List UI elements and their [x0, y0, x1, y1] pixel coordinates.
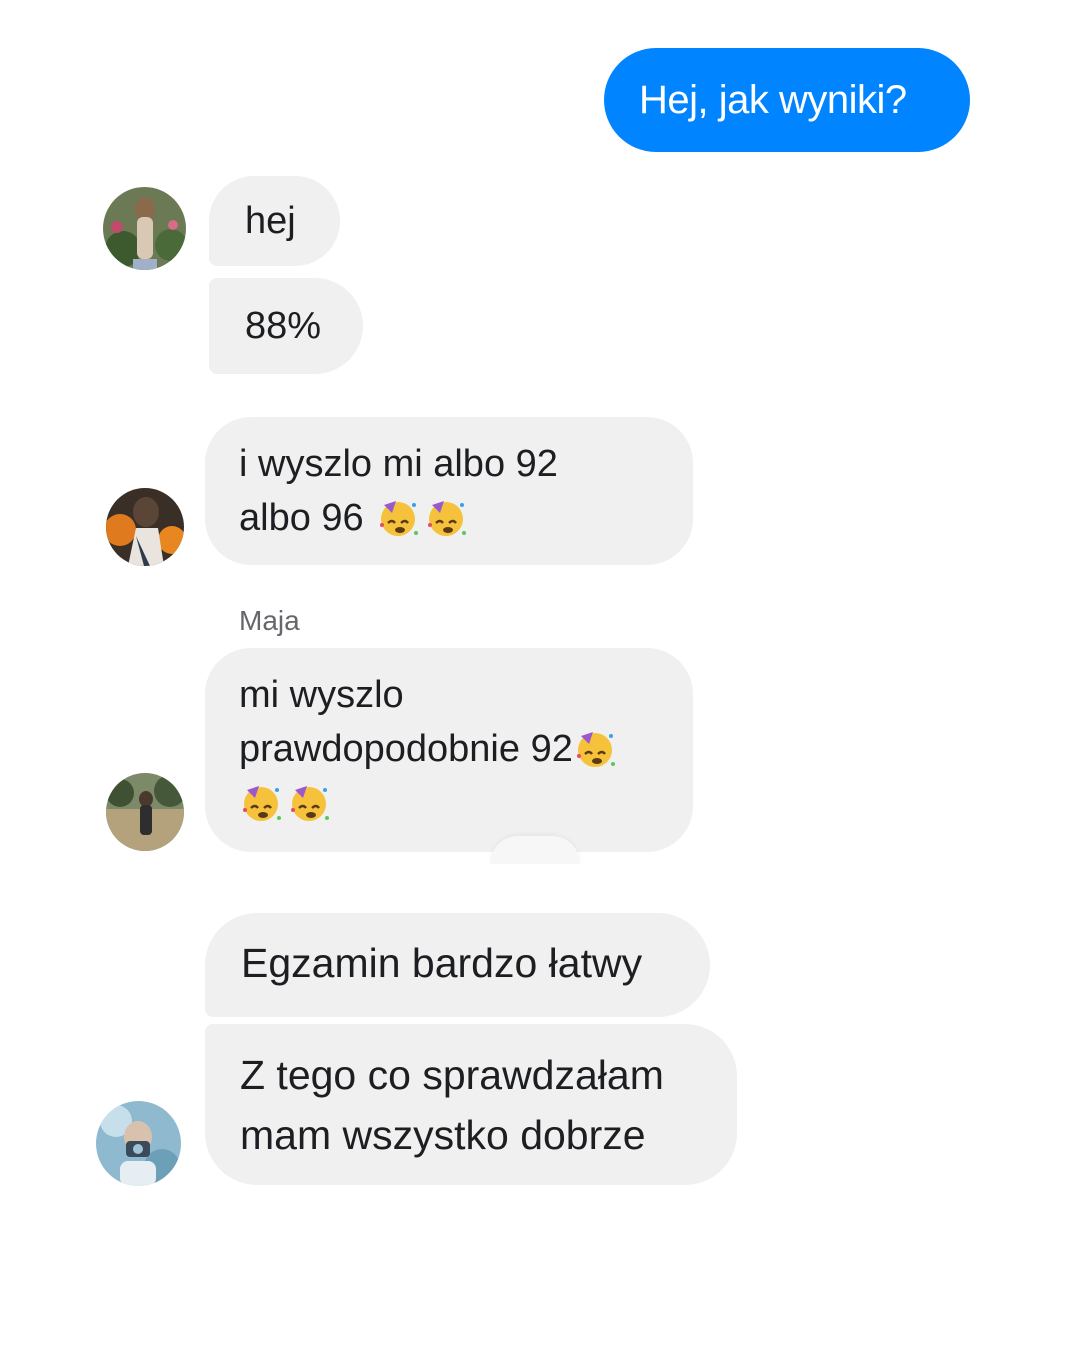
- outgoing-message-text: Hej, jak wyniki?: [639, 78, 907, 122]
- message-text-line: mam wszystko dobrze: [240, 1112, 646, 1158]
- avatar-photo-icon: [103, 187, 186, 270]
- message-text-line: mi wyszlo: [239, 674, 404, 716]
- partying-face-emoji: [573, 726, 617, 770]
- avatar-photo-icon: [106, 488, 184, 566]
- message-text: prawdopodobnie 92: [239, 728, 573, 770]
- reaction-placeholder: [490, 836, 580, 864]
- message-text: hej: [245, 200, 296, 242]
- partying-face-emoji: [239, 780, 283, 824]
- avatar[interactable]: [96, 1101, 181, 1186]
- outgoing-message-bubble[interactable]: Hej, jak wyniki?: [604, 48, 970, 152]
- avatar[interactable]: [106, 488, 184, 566]
- avatar[interactable]: [106, 773, 184, 851]
- partying-face-emoji: [424, 495, 468, 539]
- message-text: albo 96: [239, 497, 364, 539]
- incoming-message-bubble[interactable]: i wyszlo mi albo 92 albo 96: [205, 417, 693, 565]
- avatar[interactable]: [103, 187, 186, 270]
- avatar-photo-icon: [96, 1101, 181, 1186]
- message-text-line: prawdopodobnie 92: [239, 722, 693, 776]
- incoming-message-bubble[interactable]: Egzamin bardzo łatwy: [205, 913, 710, 1017]
- partying-face-emoji: [376, 495, 420, 539]
- sender-name: Maja: [239, 605, 300, 636]
- partying-face-emoji: [287, 780, 331, 824]
- message-emoji-line: [239, 776, 693, 830]
- message-text-line: Z tego co sprawdzałam: [240, 1052, 664, 1098]
- message-text-line: i wyszlo mi albo 92: [239, 443, 558, 485]
- incoming-message-bubble[interactable]: mi wyszlo prawdopodobnie 92: [205, 648, 693, 852]
- incoming-message-bubble[interactable]: hej: [209, 176, 340, 266]
- message-text-line: albo 96: [239, 491, 693, 545]
- message-text: Egzamin bardzo łatwy: [241, 940, 643, 986]
- message-text: 88%: [245, 305, 322, 347]
- incoming-message-bubble[interactable]: 88%: [209, 278, 363, 374]
- incoming-message-bubble[interactable]: Z tego co sprawdzałam mam wszystko dobrz…: [205, 1024, 737, 1185]
- avatar-photo-icon: [106, 773, 184, 851]
